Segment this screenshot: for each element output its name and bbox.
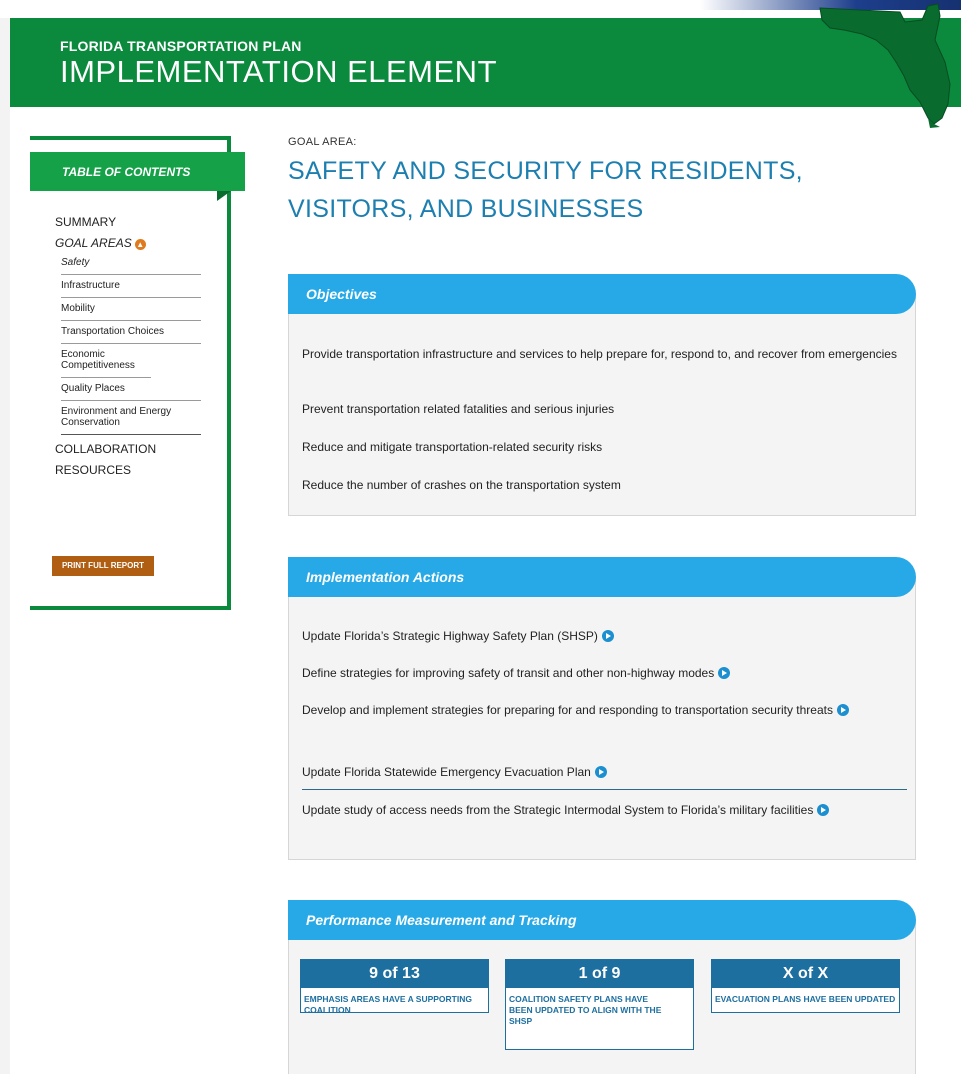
- toc-subitem-safety[interactable]: Safety: [61, 254, 201, 275]
- action-item[interactable]: Update study of access needs from the St…: [302, 801, 862, 820]
- print-full-report-button[interactable]: PRINT FULL REPORT: [52, 556, 154, 576]
- play-icon[interactable]: [718, 667, 731, 679]
- action-text: Update study of access needs from the St…: [302, 803, 814, 817]
- action-item[interactable]: Develop and implement strategies for pre…: [302, 701, 907, 720]
- header-title: IMPLEMENTATION ELEMENT: [60, 54, 498, 89]
- toc-subitem-economic-competitiveness[interactable]: Economic Competitiveness: [61, 344, 151, 378]
- toc-subitem-environment[interactable]: Environment and Energy Conservation: [61, 401, 201, 435]
- toc-subitem-infrastructure[interactable]: Infrastructure: [61, 275, 201, 298]
- objectives-heading[interactable]: Objectives: [288, 274, 916, 314]
- objective-item: Reduce the number of crashes on the tran…: [302, 478, 621, 492]
- metric-value: 1 of 9: [506, 960, 693, 988]
- action-text: Define strategies for improving safety o…: [302, 666, 715, 680]
- performance-heading[interactable]: Performance Measurement and Tracking: [288, 900, 916, 940]
- objective-item: Provide transportation infrastructure an…: [302, 347, 897, 361]
- metric-label: COALITION SAFETY PLANS HAVE BEEN UPDATED…: [509, 994, 662, 1026]
- play-icon[interactable]: [817, 804, 830, 816]
- play-icon[interactable]: [601, 630, 614, 642]
- action-item[interactable]: Update Florida’s Strategic Highway Safet…: [302, 627, 907, 646]
- goal-area-label: GOAL AREA:: [288, 136, 357, 148]
- toc-item-goal-areas[interactable]: GOAL AREAS ▲: [55, 233, 205, 254]
- header-kicker: FLORIDA TRANSPORTATION PLAN: [60, 38, 302, 54]
- action-text: Update Florida’s Strategic Highway Safet…: [302, 629, 598, 643]
- action-item[interactable]: Update Florida Statewide Emergency Evacu…: [302, 763, 907, 782]
- metric-label: EVACUATION PLANS HAVE BEEN UPDATED: [715, 994, 896, 1004]
- toc-item-resources[interactable]: RESOURCES: [55, 460, 205, 481]
- metric-card: 1 of 9 COALITION SAFETY PLANS HAVE BEEN …: [505, 959, 694, 1050]
- toc-subitem-mobility[interactable]: Mobility: [61, 298, 201, 321]
- action-divider: [302, 789, 907, 790]
- metric-value: X of X: [712, 960, 899, 988]
- toc-item-summary[interactable]: SUMMARY: [55, 212, 205, 233]
- metric-label: EMPHASIS AREAS HAVE A SUPPORTING COALITI…: [304, 994, 472, 1015]
- play-icon[interactable]: [836, 704, 849, 716]
- metric-value: 9 of 13: [301, 960, 488, 988]
- metric-card: 9 of 13 EMPHASIS AREAS HAVE A SUPPORTING…: [300, 959, 489, 1015]
- toc-goal-areas-label: GOAL AREAS: [55, 236, 132, 250]
- objective-item: Reduce and mitigate transportation-relat…: [302, 440, 603, 454]
- collapse-up-icon[interactable]: ▲: [134, 239, 146, 250]
- toc-heading: TABLE OF CONTENTS: [30, 152, 245, 201]
- toc-list: SUMMARY GOAL AREAS ▲ Safety Infrastructur…: [55, 212, 205, 481]
- florida-map-icon: [819, 3, 951, 128]
- action-text: Develop and implement strategies for pre…: [302, 703, 833, 717]
- play-icon[interactable]: [594, 766, 607, 778]
- actions-heading[interactable]: Implementation Actions: [288, 557, 916, 597]
- objective-item: Prevent transportation related fatalitie…: [302, 402, 615, 416]
- toc-item-collaboration[interactable]: COLLABORATION: [55, 439, 205, 460]
- action-item[interactable]: Define strategies for improving safety o…: [302, 664, 907, 683]
- action-text: Update Florida Statewide Emergency Evacu…: [302, 765, 591, 779]
- toc-subitem-transportation-choices[interactable]: Transportation Choices: [61, 321, 201, 344]
- metric-card: X of X EVACUATION PLANS HAVE BEEN UPDATE…: [711, 959, 900, 1013]
- goal-title: SAFETY AND SECURITY FOR RESIDENTS, VISIT…: [288, 157, 803, 223]
- toc-subitem-quality-places[interactable]: Quality Places: [61, 378, 201, 401]
